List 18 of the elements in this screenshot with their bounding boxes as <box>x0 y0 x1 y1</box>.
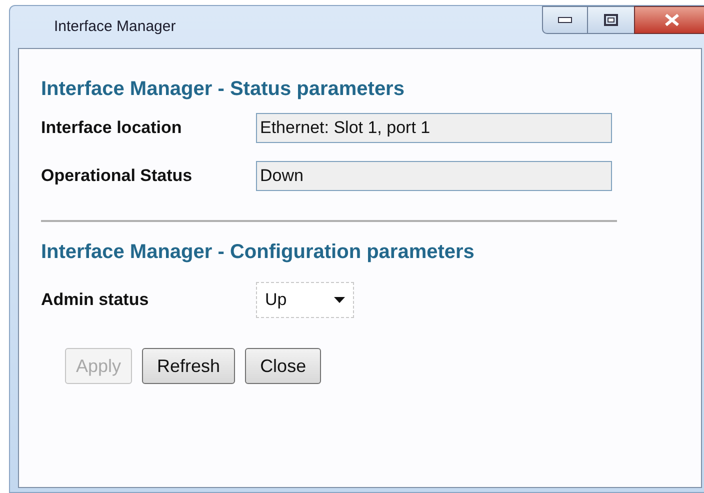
minimize-button[interactable] <box>542 6 588 34</box>
text-field[interactable]: Ethernet: Slot 1, port 1 <box>256 113 612 143</box>
text-field[interactable]: Down <box>256 161 612 191</box>
close-button[interactable] <box>634 6 704 34</box>
dialog-button[interactable]: Close <box>245 348 322 384</box>
section-heading: Interface Manager - Configuration parameters <box>41 240 476 264</box>
caret-icon <box>334 297 345 303</box>
dialog-button[interactable]: Refresh <box>142 348 236 384</box>
field-label: Interface location <box>41 117 183 140</box>
minimize-icon <box>558 17 572 23</box>
window-title: Interface Manager <box>54 16 176 37</box>
field-label: Admin status <box>41 289 150 312</box>
dropdown[interactable]: Up <box>256 282 354 318</box>
maximize-button[interactable] <box>588 6 634 34</box>
section-heading: Interface Manager - Status parameters <box>41 77 406 101</box>
maximize-icon <box>604 14 618 26</box>
field-label: Operational Status <box>41 165 194 188</box>
close-icon <box>664 13 680 27</box>
